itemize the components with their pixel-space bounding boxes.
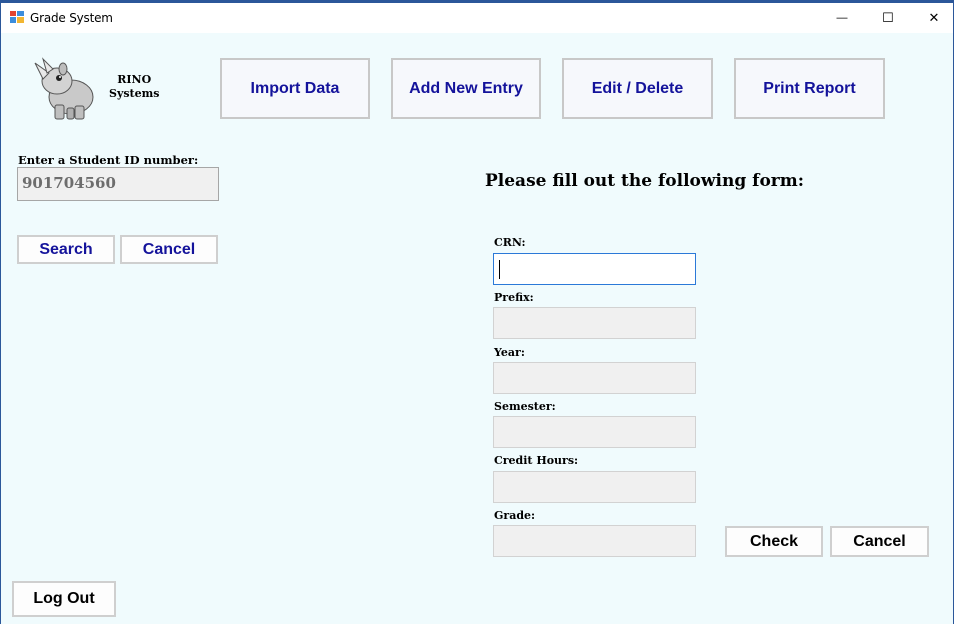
minimize-button[interactable]: —	[819, 3, 865, 33]
crn-field[interactable]	[493, 253, 696, 285]
form-cancel-button[interactable]: Cancel	[830, 526, 929, 557]
maximize-button[interactable]: ☐	[865, 3, 911, 33]
check-button[interactable]: Check	[725, 526, 823, 557]
semester-field[interactable]	[493, 416, 696, 448]
grade-label: Grade:	[494, 509, 536, 522]
year-label: Year:	[494, 346, 525, 359]
add-new-entry-button[interactable]: Add New Entry	[391, 58, 541, 119]
log-out-button[interactable]: Log Out	[12, 581, 116, 617]
prefix-label: Prefix:	[494, 291, 534, 304]
prefix-field[interactable]	[493, 307, 696, 339]
brand-line-1: RINO	[117, 73, 152, 86]
app-window: Grade System — ☐ ✕ RINO Systems Import D…	[0, 0, 954, 624]
maximize-icon: ☐	[882, 10, 894, 25]
app-window-icon	[10, 11, 24, 23]
search-button[interactable]: Search	[17, 235, 115, 264]
minimize-icon: —	[836, 12, 848, 24]
brand-name: RINO Systems	[109, 73, 159, 101]
grade-field[interactable]	[493, 525, 696, 557]
credit-hours-label: Credit Hours:	[494, 454, 579, 467]
student-id-field[interactable]: 901704560	[17, 167, 219, 201]
close-icon: ✕	[928, 10, 940, 25]
import-data-button[interactable]: Import Data	[220, 58, 370, 119]
year-field[interactable]	[493, 362, 696, 394]
search-cancel-button[interactable]: Cancel	[120, 235, 218, 264]
close-button[interactable]: ✕	[911, 3, 954, 33]
credit-hours-field[interactable]	[493, 471, 696, 503]
student-id-label: Enter a Student ID number:	[18, 153, 199, 167]
text-caret	[499, 260, 500, 279]
window-title: Grade System	[30, 11, 113, 25]
rhino-logo-icon	[34, 57, 94, 120]
title-bar: Grade System — ☐ ✕	[1, 3, 953, 33]
client-area: RINO Systems Import Data Add New Entry E…	[1, 33, 953, 624]
brand-line-2: Systems	[109, 87, 160, 100]
edit-delete-button[interactable]: Edit / Delete	[562, 58, 713, 119]
print-report-button[interactable]: Print Report	[734, 58, 885, 119]
crn-label: CRN:	[494, 236, 526, 249]
form-title: Please fill out the following form:	[485, 171, 805, 191]
semester-label: Semester:	[494, 400, 556, 413]
